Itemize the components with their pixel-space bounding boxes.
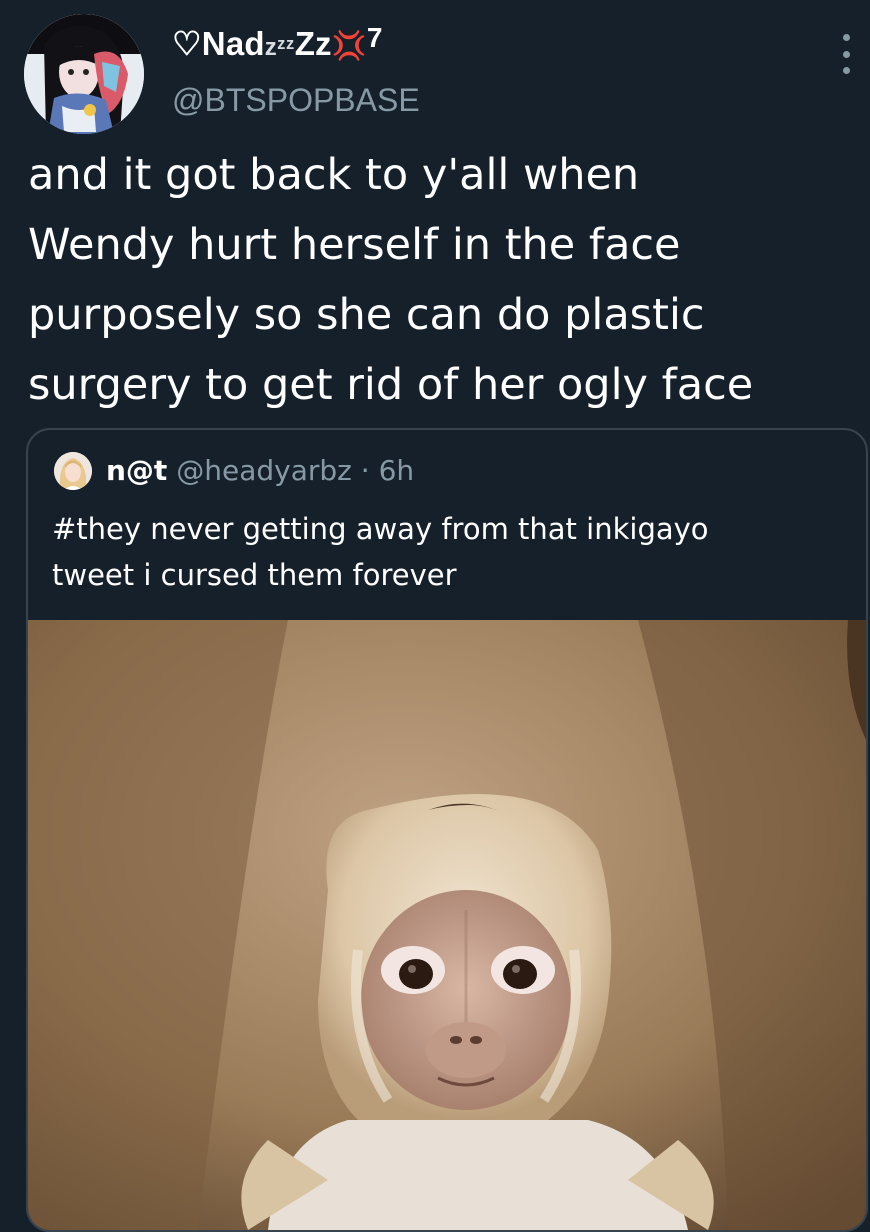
quoted-separator: · xyxy=(360,454,370,487)
blonde-girl-avatar-icon xyxy=(54,452,92,490)
quoted-timestamp[interactable]: 6h xyxy=(379,454,415,487)
quoted-author-name[interactable]: n@t xyxy=(106,454,167,487)
quoted-author-avatar[interactable] xyxy=(54,452,92,490)
more-dot xyxy=(842,67,850,74)
tweet-text: and it got back to y'all when Wendy hurt… xyxy=(28,150,754,410)
quoted-author-handle[interactable]: @headyarbz xyxy=(176,454,352,487)
display-name-big-z: Z xyxy=(294,25,316,62)
quoted-tweet-text: #they never getting away from that inkig… xyxy=(52,512,709,592)
display-name-z: z xyxy=(315,25,332,62)
tweet: ♡NadzᶻᶻZz💢7 @BTSPOPBASE and it got back … xyxy=(0,0,870,1232)
more-vertical-icon[interactable] xyxy=(838,34,854,74)
author-handle[interactable]: @BTSPOPBASE xyxy=(172,82,420,119)
more-dot xyxy=(842,34,850,41)
quoted-photo[interactable] xyxy=(28,620,866,1230)
display-name-suffix: 7 xyxy=(366,22,383,53)
anger-symbol-icon: 💢 xyxy=(331,30,367,61)
anime-girl-avatar-icon xyxy=(24,14,144,134)
quoted-author-meta: n@t @headyarbz · 6h xyxy=(106,454,414,487)
author-display-name[interactable]: ♡NadzᶻᶻZz💢7 xyxy=(172,22,383,63)
display-name-small-z: zᶻᶻ xyxy=(264,34,295,61)
capuchin-monkey-photo-icon xyxy=(28,620,866,1230)
display-name-prefix: ♡Nad xyxy=(172,25,265,62)
quoted-tweet[interactable]: n@t @headyarbz · 6h #they never getting … xyxy=(26,428,868,1232)
more-dot xyxy=(842,50,850,58)
author-avatar[interactable] xyxy=(24,14,144,134)
